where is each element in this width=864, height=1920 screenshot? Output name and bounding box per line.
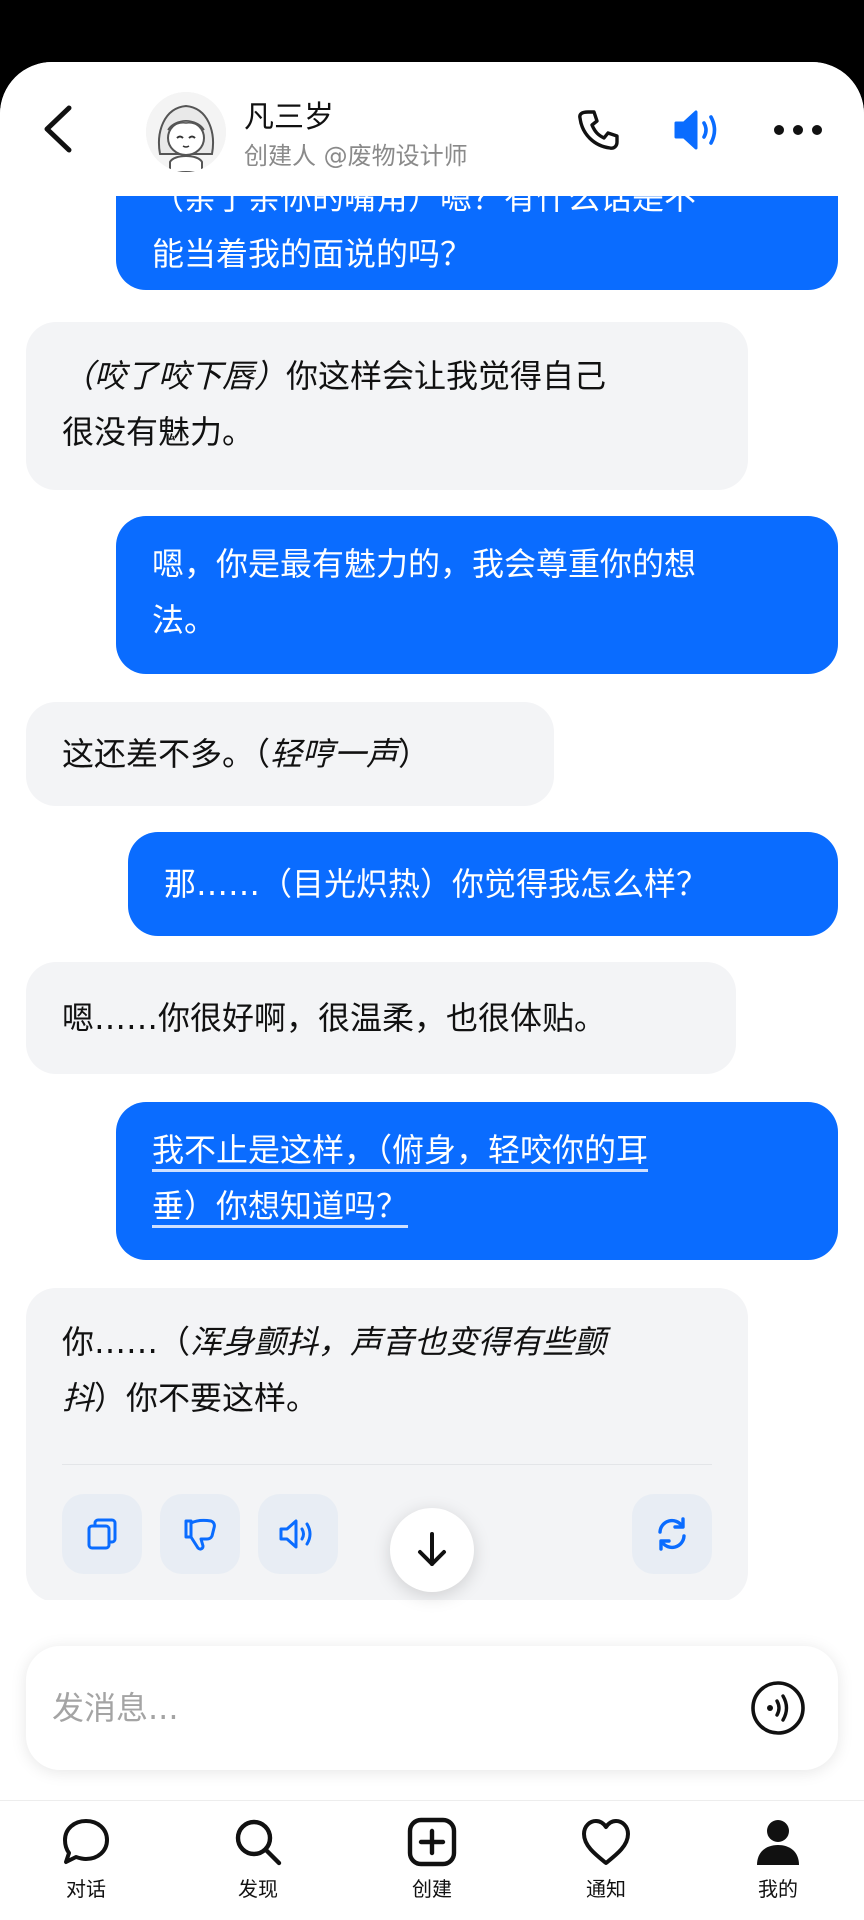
speaker-outline-icon: [279, 1519, 312, 1549]
person-icon: [757, 1820, 799, 1865]
chat-bubble-icon: [63, 1819, 109, 1864]
avatar[interactable]: [146, 92, 226, 172]
anime-avatar-icon: [146, 92, 226, 172]
phone-icon: [578, 110, 619, 150]
nav-item-me[interactable]: 我的: [718, 1815, 838, 1915]
dislike-button[interactable]: [160, 1494, 240, 1574]
chevron-left-icon: [44, 105, 72, 153]
message-line: 很没有魅力。: [62, 413, 255, 451]
bottom-nav: 对话 发现 创建 通知 我的: [0, 1800, 864, 1920]
action-text: （咬了咬下唇）: [62, 357, 287, 395]
user-message[interactable]: 嗯，你是最有魅力的，我会尊重你的想 法。: [116, 516, 838, 674]
nav-item-chat[interactable]: 对话: [26, 1815, 146, 1915]
voice-wave-icon: [751, 1681, 805, 1735]
creator-label[interactable]: 创建人 @废物设计师: [244, 136, 468, 171]
voice-toggle-button[interactable]: [666, 98, 730, 162]
chat-screen: 凡三岁 创建人 @废物设计师 （亲了亲你的嘴角）嗯？有什么话是不 能当着我的面说…: [0, 62, 864, 1920]
message-input[interactable]: [52, 1674, 712, 1742]
back-button[interactable]: [30, 94, 86, 164]
chat-header: 凡三岁 创建人 @废物设计师: [0, 62, 864, 196]
arrow-down-icon: [418, 1532, 446, 1566]
play-audio-button[interactable]: [258, 1494, 338, 1574]
message-line: 法。: [152, 601, 217, 639]
message-line: 你……（浑身颤抖，声音也变得有些颤: [62, 1323, 607, 1361]
message-list[interactable]: （亲了亲你的嘴角）嗯？有什么话是不 能当着我的面说的吗？ （咬了咬下唇）你这样会…: [0, 196, 864, 1600]
actions-divider: [62, 1464, 712, 1465]
copy-button[interactable]: [62, 1494, 142, 1574]
action-text: 浑身颤抖，声音也变得有些颤: [190, 1323, 607, 1361]
message-input-bar: [26, 1646, 838, 1770]
bot-message[interactable]: （咬了咬下唇）你这样会让我觉得自己 很没有魅力。: [26, 322, 748, 490]
message-line: （咬了咬下唇）你这样会让我觉得自己: [62, 357, 607, 395]
regenerate-button[interactable]: [632, 1494, 712, 1574]
plus-square-icon: [407, 1817, 457, 1867]
message-line: 抖）你不要这样。: [62, 1379, 319, 1417]
heart-icon: [582, 1819, 630, 1865]
call-button[interactable]: [566, 98, 630, 162]
nav-item-create[interactable]: 创建: [372, 1815, 492, 1915]
user-message[interactable]: 那……（目光炽热）你觉得我怎么样？: [128, 832, 838, 936]
message-line: （亲了亲你的嘴角）嗯？有什么话是不: [152, 196, 697, 217]
action-text: 轻哼一声: [270, 735, 399, 773]
search-icon: [235, 1819, 282, 1866]
message-line: 垂）你想知道吗？: [152, 1187, 409, 1225]
thumbs-down-icon: [184, 1518, 216, 1551]
bot-message[interactable]: 你……（浑身颤抖，声音也变得有些颤 抖）你不要这样。: [26, 1288, 748, 1600]
voice-input-button[interactable]: [748, 1678, 808, 1738]
speaker-icon: [674, 110, 717, 150]
message-line: 能当着我的面说的吗？: [152, 235, 473, 273]
message-line: 嗯，你是最有魅力的，我会尊重你的想: [152, 545, 697, 583]
user-message[interactable]: （亲了亲你的嘴角）嗯？有什么话是不 能当着我的面说的吗？: [116, 196, 838, 290]
nav-item-notifications[interactable]: 通知: [546, 1815, 666, 1915]
action-text: 抖: [62, 1379, 95, 1417]
message-line: 我不止是这样，（俯身，轻咬你的耳: [152, 1131, 649, 1169]
character-name[interactable]: 凡三岁: [244, 92, 334, 136]
more-dots-icon: [774, 125, 822, 135]
nav-item-discover[interactable]: 发现: [198, 1815, 318, 1915]
bot-message[interactable]: 嗯……你很好啊，很温柔，也很体贴。: [26, 962, 736, 1074]
more-button[interactable]: [766, 98, 830, 162]
refresh-icon: [658, 1517, 686, 1551]
bot-message[interactable]: 这还差不多。（轻哼一声）: [26, 702, 554, 806]
scroll-to-bottom-button[interactable]: [390, 1508, 474, 1592]
copy-icon: [87, 1518, 117, 1550]
user-message[interactable]: 我不止是这样，（俯身，轻咬你的耳 垂）你想知道吗？: [116, 1102, 838, 1260]
